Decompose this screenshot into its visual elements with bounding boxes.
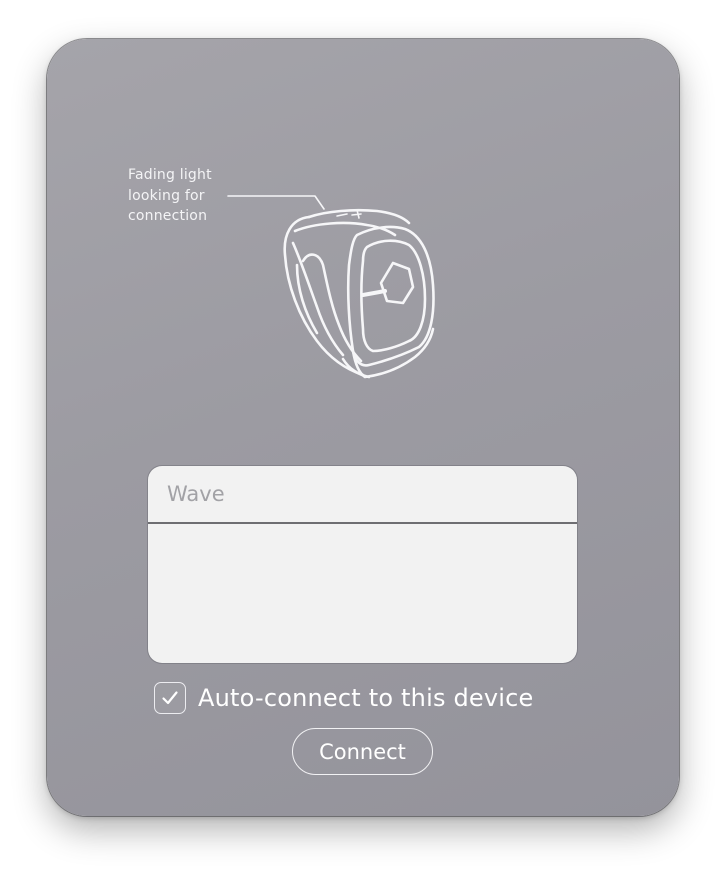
- auto-connect-option[interactable]: Auto-connect to this device: [154, 682, 534, 714]
- connection-dialog: Fading light looking for connection Wave…: [47, 39, 679, 816]
- checkmark-icon: [162, 691, 178, 705]
- smart-ring-icon: [227, 195, 435, 379]
- auto-connect-checkbox[interactable]: [154, 682, 186, 714]
- device-list: Wave: [148, 466, 577, 663]
- device-list-item[interactable]: Wave: [148, 466, 577, 524]
- connect-button[interactable]: Connect: [292, 728, 433, 775]
- auto-connect-label: Auto-connect to this device: [198, 684, 534, 712]
- device-name: Wave: [167, 482, 225, 506]
